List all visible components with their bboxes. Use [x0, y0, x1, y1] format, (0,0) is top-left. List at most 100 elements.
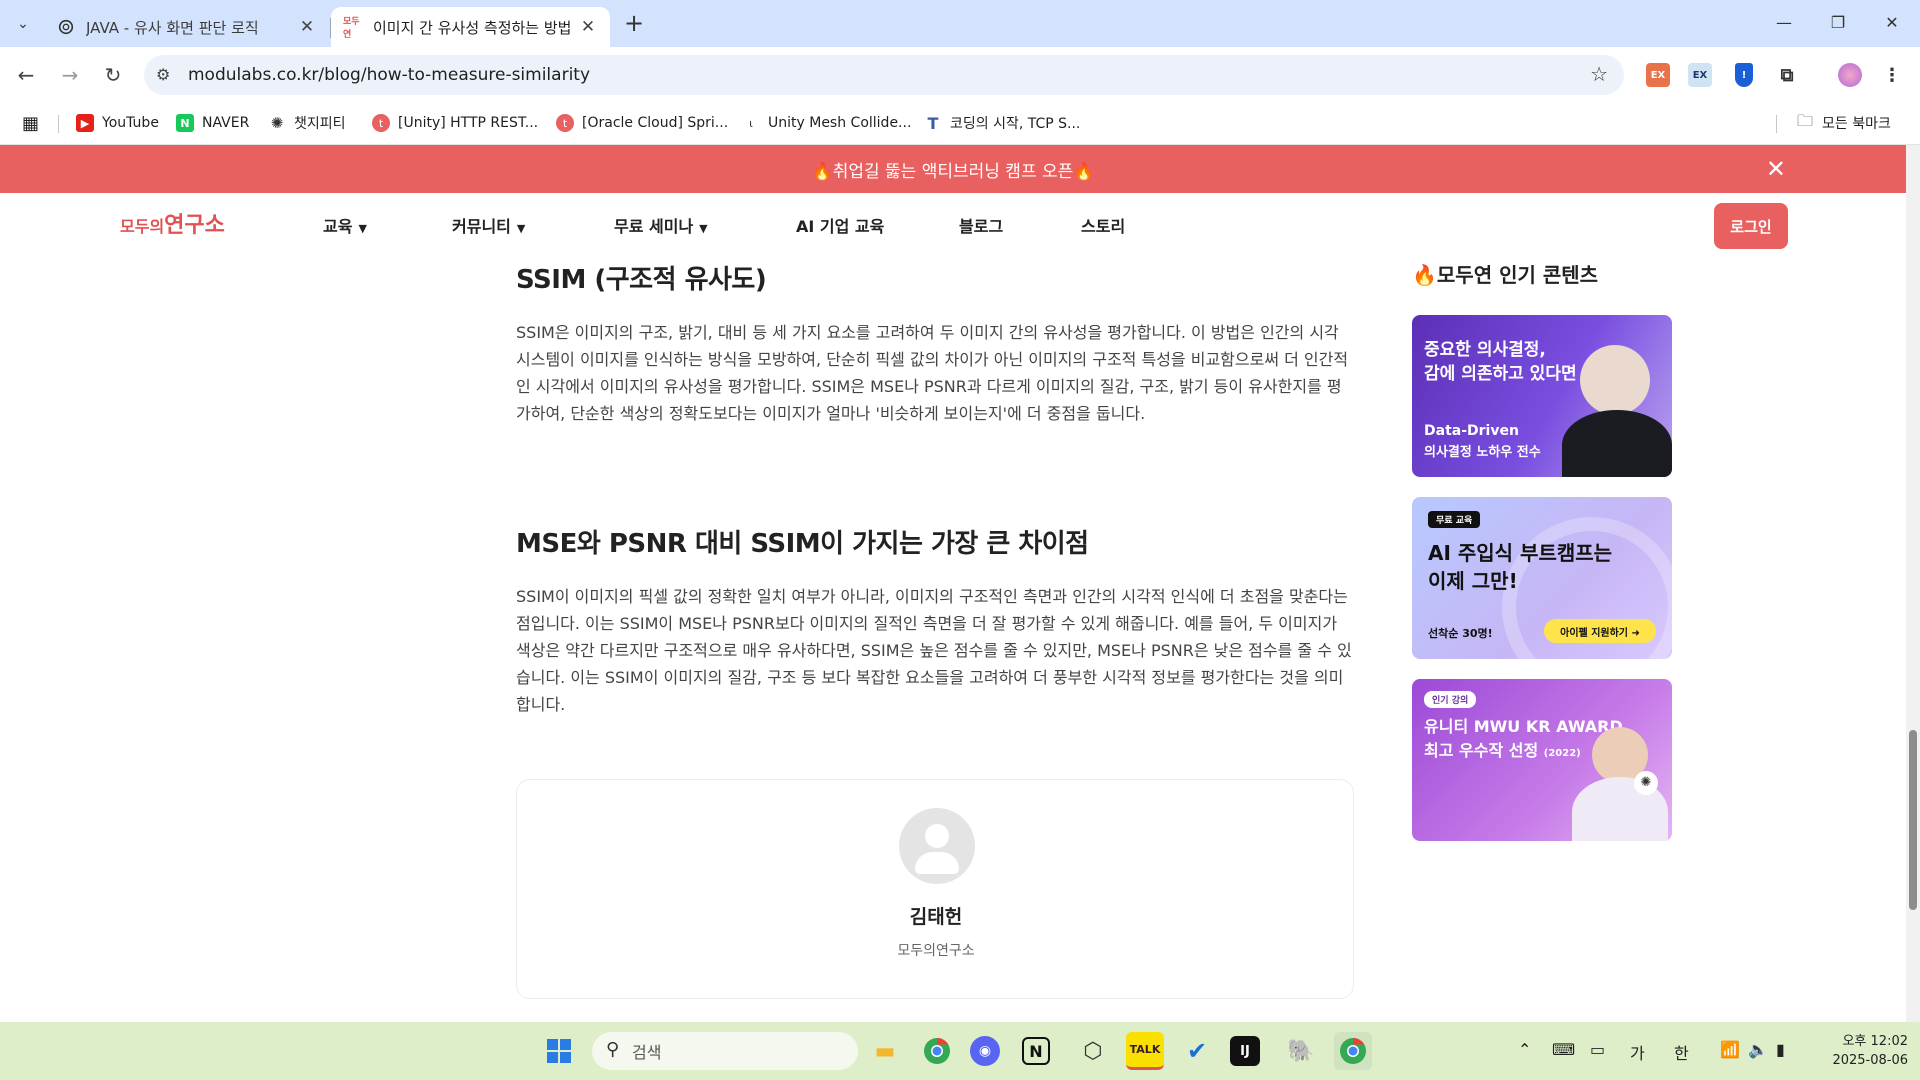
chrome-active-icon[interactable] [1334, 1032, 1372, 1070]
search-placeholder: 검색 [632, 1043, 662, 1062]
todo-check-icon[interactable]: ✔ [1178, 1032, 1216, 1070]
notion-icon[interactable]: N [1022, 1037, 1050, 1065]
apps-grid-icon[interactable]: ▦ [22, 111, 39, 135]
forward-button[interactable]: → [54, 59, 86, 91]
author-name: 김태헌 [909, 906, 963, 928]
card-chip: 무료 교육 [1428, 511, 1481, 528]
nav-label: 교육 [323, 217, 353, 236]
card-year: (2022) [1543, 748, 1581, 759]
battery-icon[interactable]: ▮ [1776, 1040, 1785, 1059]
nav-education[interactable]: 교육 ▼ [323, 213, 367, 237]
back-button[interactable]: ← [10, 59, 42, 91]
extensions-puzzle-icon[interactable]: ⧉ [1775, 63, 1799, 87]
volume-icon[interactable]: 🔈 [1748, 1040, 1768, 1059]
file-explorer-icon[interactable]: ▬ [866, 1032, 904, 1070]
profile-avatar[interactable] [1838, 63, 1862, 87]
nav-blog[interactable]: 블로그 [959, 213, 1003, 237]
bookmark-oracle-cloud[interactable]: t [Oracle Cloud] Spri... [556, 111, 728, 135]
promo-banner[interactable]: 🔥취업길 뚫는 액티브러닝 캠프 오픈🔥 ✕ [0, 145, 1906, 193]
intellij-icon[interactable]: IJ [1230, 1036, 1260, 1066]
nav-label: 블로그 [959, 217, 1004, 236]
chrome-icon[interactable] [918, 1032, 956, 1070]
close-tab-icon[interactable]: ✕ [297, 17, 317, 37]
tab-title: JAVA - 유사 화면 판단 로직 [86, 18, 259, 37]
promo-card-bootcamp[interactable]: 무료 교육 AI 주입식 부트캠프는 이제 그만! 선착순 30명! 아이펠 지… [1412, 497, 1672, 659]
site-logo[interactable]: 모두의연구소 [120, 207, 225, 239]
site-info-icon[interactable]: ⚙ [156, 65, 170, 84]
postgresql-icon[interactable]: 🐘 [1282, 1032, 1320, 1070]
bookmark-unity-http[interactable]: t [Unity] HTTP REST... [372, 111, 538, 135]
apply-button[interactable]: 아이펠 지원하기 ➜ [1544, 619, 1656, 643]
extension-ex-blue-icon[interactable]: EX [1688, 63, 1712, 87]
nav-community[interactable]: 커뮤니티 ▼ [452, 213, 525, 237]
address-bar[interactable]: ⚙ modulabs.co.kr/blog/how-to-measure-sim… [144, 55, 1624, 95]
nav-label: 스토리 [1081, 217, 1126, 236]
tab-similarity[interactable]: 모두연 이미지 간 유사성 측정하는 방법 ✕ [331, 7, 610, 47]
restore-button[interactable]: ❐ [1820, 8, 1856, 38]
modulabs-favicon-icon: 모두연 [343, 17, 360, 40]
close-icon[interactable]: ✕ [1766, 155, 1786, 183]
menu-kebab-icon[interactable]: ⋮ [1880, 63, 1904, 87]
extension-ex-orange-icon[interactable]: EX [1646, 63, 1670, 87]
close-window-button[interactable]: ✕ [1874, 8, 1910, 38]
unity-icon[interactable]: ⬡ [1074, 1032, 1112, 1070]
tab-title: 이미지 간 유사성 측정하는 방법 [373, 18, 572, 37]
windows-start-icon[interactable] [540, 1032, 578, 1070]
bookmark-star-icon[interactable]: ☆ [1590, 62, 1608, 86]
naver-icon: N [176, 114, 194, 132]
paragraph-difference: SSIM이 이미지의 픽셀 값의 정확한 일치 여부가 아니라, 이미지의 구조… [516, 587, 1352, 714]
all-bookmarks[interactable]: 🗀 모든 북마크 [1796, 111, 1891, 135]
login-button[interactable]: 로그인 [1714, 203, 1788, 249]
nav-story[interactable]: 스토리 [1081, 213, 1125, 237]
reload-button[interactable]: ↻ [97, 59, 129, 91]
author-org: 모두의연구소 [897, 943, 975, 959]
bookmark-label: YouTube [102, 115, 159, 131]
site-icon: t [372, 114, 390, 132]
keyboard-icon[interactable]: ⌨ [1552, 1040, 1575, 1059]
promo-card-data-driven[interactable]: 중요한 의사결정, 감에 의존하고 있다면 Data-Driven 의사결정 노… [1412, 315, 1672, 477]
bookmark-naver[interactable]: N NAVER [176, 111, 249, 135]
tab-java[interactable]: JAVA - 유사 화면 판단 로직 ✕ [44, 7, 329, 47]
bookmark-unity-mesh[interactable]: ι Unity Mesh Collide... [742, 111, 911, 135]
new-tab-button[interactable]: + [620, 10, 648, 38]
taskbar-search-box[interactable]: ⚲ 검색 [592, 1032, 858, 1070]
logo-text-small: 모두의 [120, 217, 165, 236]
sidebar-title: 🔥모두연 인기 콘텐츠 [1412, 263, 1599, 287]
tablet-mode-icon[interactable]: ▭ [1590, 1040, 1605, 1059]
folder-icon: 🗀 [1796, 110, 1813, 130]
nav-free-seminar[interactable]: 무료 세미나 ▼ [614, 213, 708, 237]
discord-icon[interactable]: ◉ [970, 1036, 1000, 1066]
tistory-icon: T [927, 113, 939, 133]
nav-label: 커뮤니티 [452, 217, 511, 236]
wifi-icon[interactable]: 📶 [1720, 1040, 1740, 1059]
scrollbar-thumb[interactable] [1909, 730, 1917, 910]
card-headline: 최고 우수작 선정 [1424, 741, 1539, 760]
site-header: 모두의연구소 교육 ▼ 커뮤니티 ▼ 무료 세미나 ▼ AI 기업 교육 블로그 스토… [0, 193, 1906, 259]
bookmark-tcp[interactable]: T 코딩의 시작, TCP S... [924, 111, 1081, 135]
chevron-up-icon[interactable]: ⌃ [1518, 1040, 1531, 1059]
bookmark-label: 모든 북마크 [1822, 116, 1891, 132]
bookmarks-bar: ▦ ▶ YouTube N NAVER ✺ 챗지피티 t [Unity] HTT… [0, 103, 1920, 145]
shield-extension-icon[interactable]: ! [1735, 63, 1753, 87]
card-headline: AI 주입식 부트캠프는 [1428, 541, 1613, 565]
system-clock[interactable]: 오후 12:02 2025-08-06 [1818, 1032, 1908, 1070]
promo-card-unity[interactable]: 인기 강의 유니티 MWU KR AWARD 최고 우수작 선정 (2022) … [1412, 679, 1672, 841]
card-subtitle: 의사결정 노하우 전수 [1424, 445, 1541, 460]
chevron-down-icon: ▼ [516, 222, 526, 235]
card-footnote: 선착순 30명! [1428, 627, 1493, 640]
site-icon: ι [749, 116, 753, 130]
minimize-button[interactable]: — [1766, 8, 1802, 38]
chevron-down-icon: ▼ [358, 222, 367, 235]
tab-search-button[interactable]: ⌄ [8, 9, 38, 39]
close-tab-icon[interactable]: ✕ [578, 17, 598, 37]
site-icon: t [556, 114, 574, 132]
nav-ai-enterprise[interactable]: AI 기업 교육 [796, 213, 884, 237]
bookmark-chatgpt[interactable]: ✺ 챗지피티 [268, 111, 346, 135]
ime-mode[interactable]: 가 [1630, 1040, 1645, 1064]
page-scrollbar[interactable] [1906, 145, 1920, 1022]
bookmark-label: Unity Mesh Collide... [768, 115, 912, 131]
bookmark-youtube[interactable]: ▶ YouTube [76, 111, 159, 135]
url-text[interactable]: modulabs.co.kr/blog/how-to-measure-simil… [188, 65, 590, 85]
kakaotalk-icon[interactable]: TALK [1126, 1032, 1164, 1070]
ime-language[interactable]: 한 [1674, 1040, 1689, 1064]
